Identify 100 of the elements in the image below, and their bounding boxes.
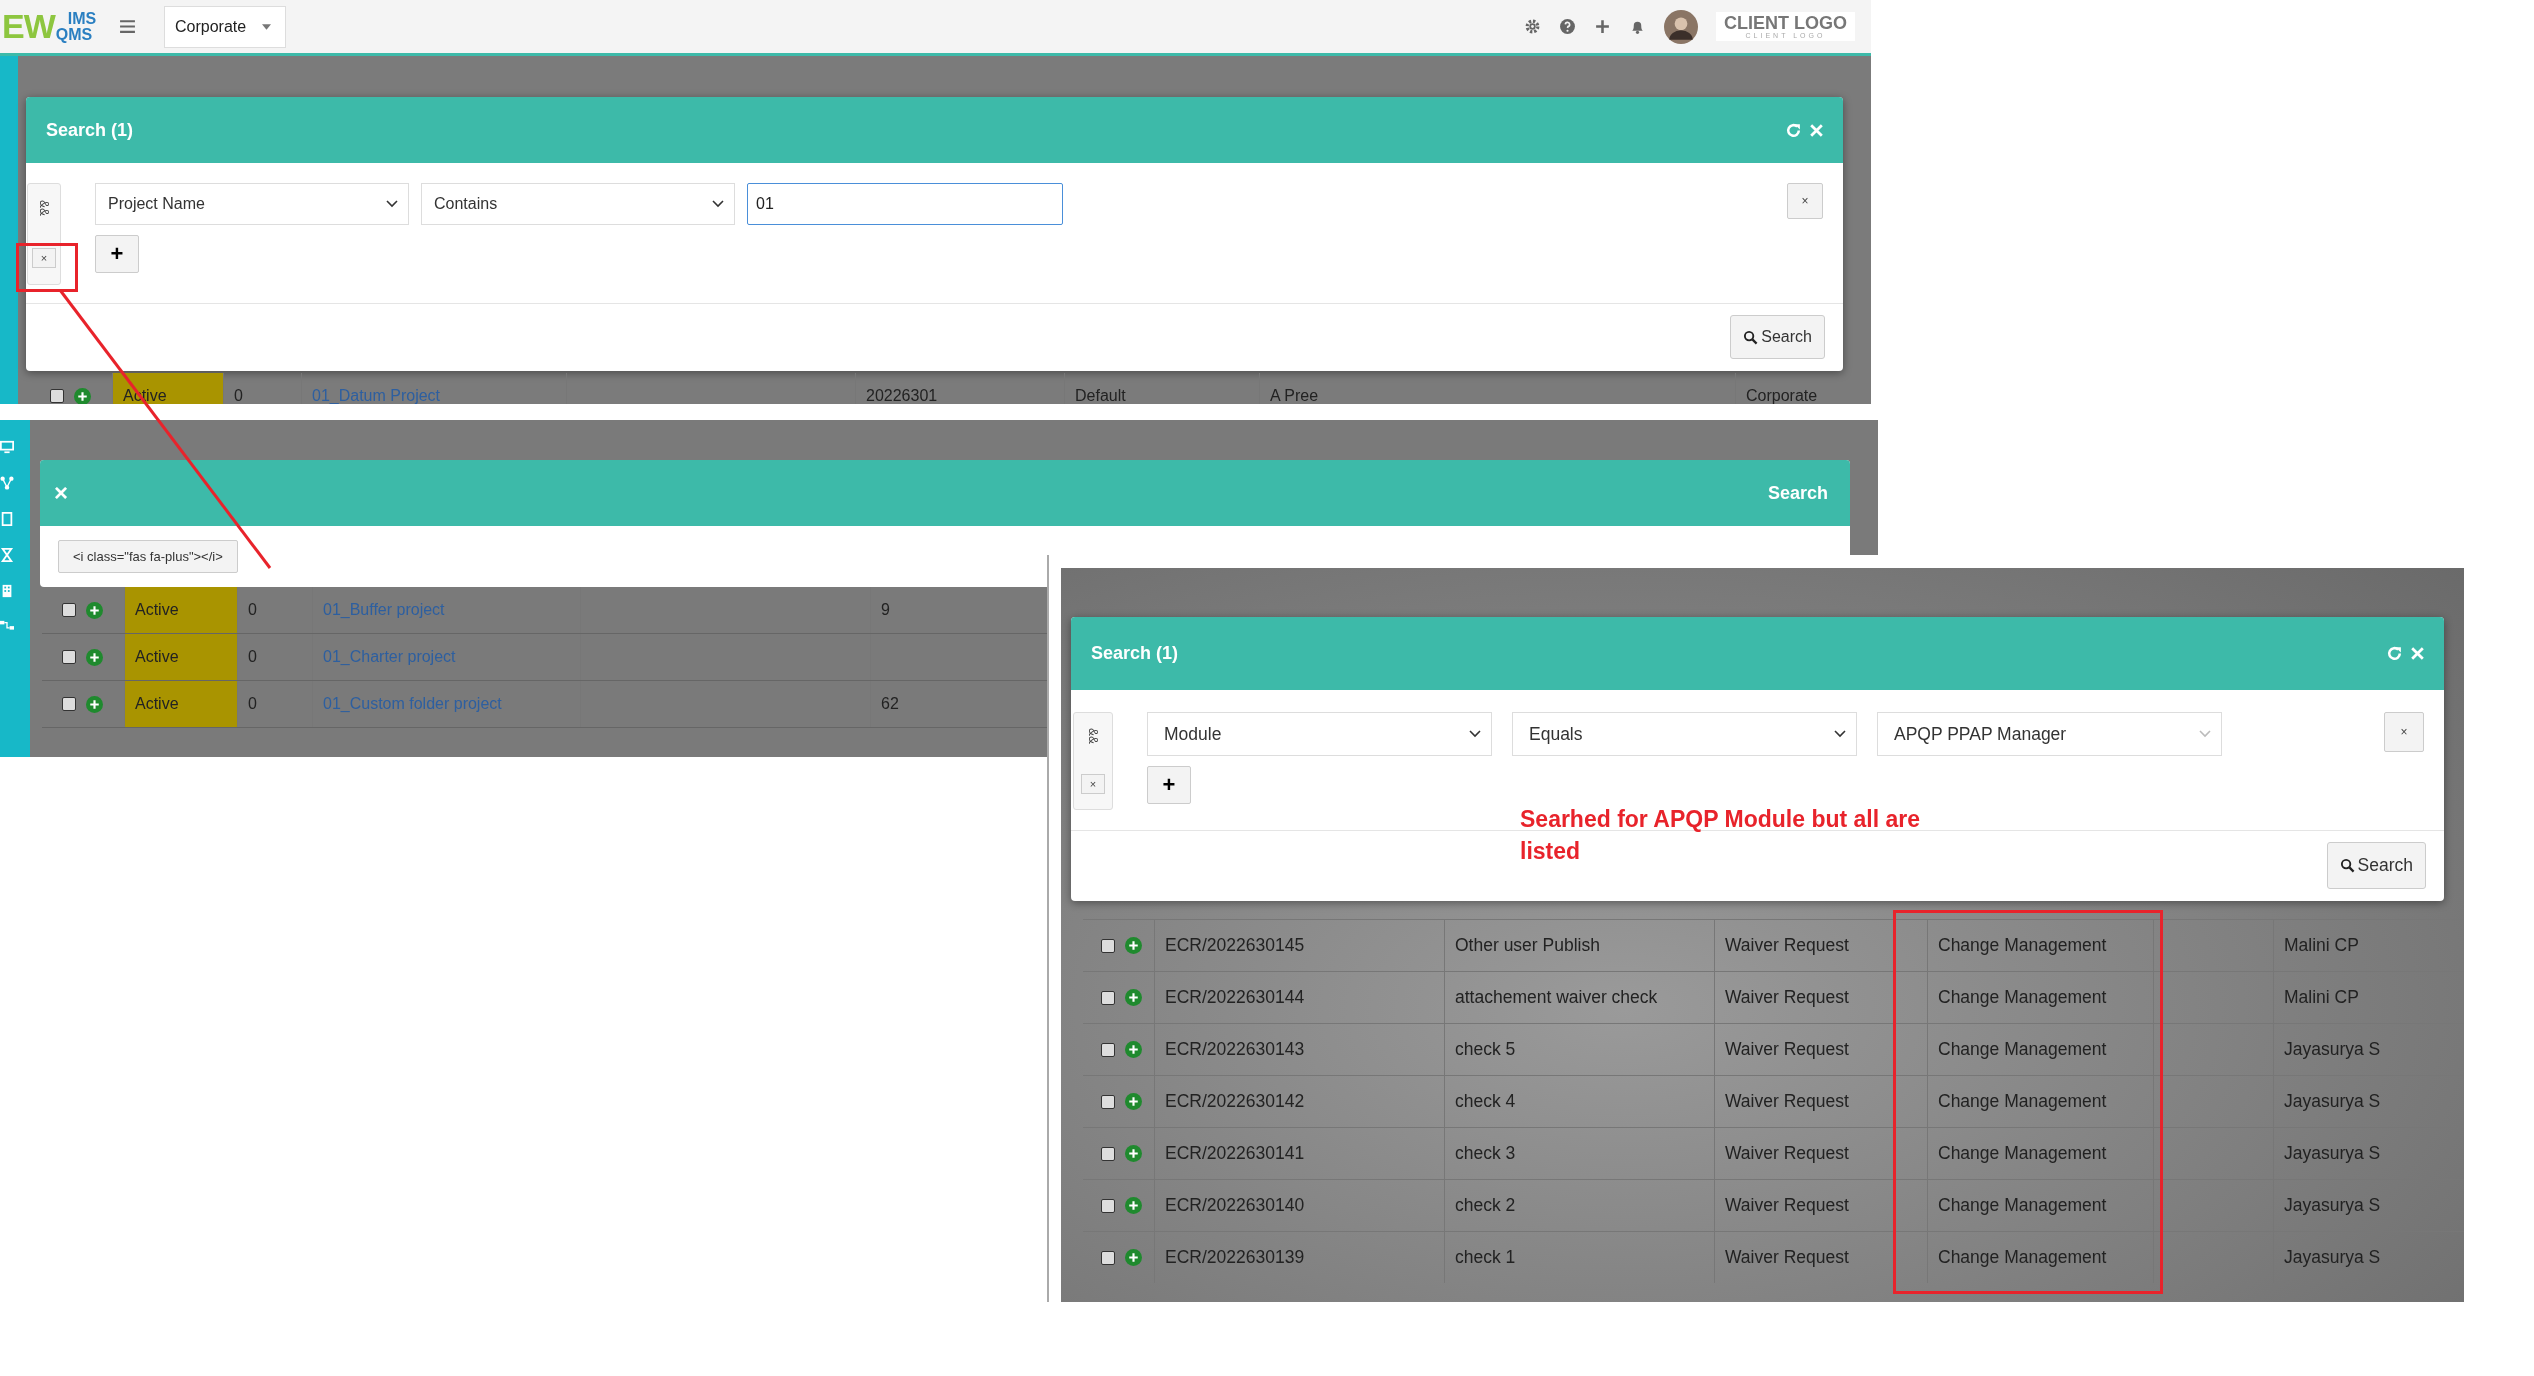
document-icon[interactable] xyxy=(0,512,14,526)
value-select[interactable]: APQP PPAP Manager xyxy=(1877,712,2222,756)
add-condition-button[interactable]: + xyxy=(1147,766,1191,804)
table-cell: ECR/2022630145 xyxy=(1154,920,1444,971)
add-condition-button[interactable]: + xyxy=(95,235,139,273)
table-cell: ECR/2022630142 xyxy=(1154,1076,1444,1127)
table-cell: Change Management xyxy=(1927,1128,2153,1179)
operator-select[interactable]: Contains xyxy=(421,183,735,225)
expand-icon[interactable] xyxy=(1125,937,1142,954)
building-icon[interactable] xyxy=(0,584,14,598)
table-cell: Malini CP xyxy=(2273,920,2463,971)
table-cell: Change Management xyxy=(1927,1076,2153,1127)
refresh-icon[interactable] xyxy=(1785,121,1802,139)
monitor-icon[interactable] xyxy=(0,440,14,454)
row-checkbox[interactable] xyxy=(1101,1042,1115,1057)
table-cell: Corporate xyxy=(1735,373,1871,404)
remove-condition-button[interactable]: × xyxy=(2384,712,2424,752)
table-cell: Malini CP xyxy=(2273,972,2463,1023)
table-cell: Change Management xyxy=(1927,1232,2153,1283)
row-checkbox[interactable] xyxy=(62,697,76,711)
dialog-title: Search xyxy=(1767,482,1828,504)
add-button[interactable]: <i class="fas fa-plus"></i> xyxy=(58,540,238,573)
table-cell: Jayasurya S xyxy=(2273,1076,2463,1127)
row-checkbox[interactable] xyxy=(1101,1250,1115,1265)
avatar-icon[interactable] xyxy=(1664,9,1698,44)
chevron-icon xyxy=(1469,730,1481,738)
table-cell: Change Management xyxy=(1927,920,2153,971)
table-cell: attachement waiver check xyxy=(1444,972,1714,1023)
search-icon xyxy=(2339,858,2355,873)
table-cell: check 5 xyxy=(1444,1024,1714,1075)
value-input[interactable]: 01 xyxy=(747,183,1063,225)
help-icon[interactable] xyxy=(1559,18,1576,35)
table-cell: Waiver Request xyxy=(1714,972,1927,1023)
table-cell: check 3 xyxy=(1444,1128,1714,1179)
status-cell: Active xyxy=(124,634,237,680)
table-cell: Waiver Request xyxy=(1714,920,1927,971)
group-operator[interactable]: && xyxy=(1086,727,1100,744)
field-select[interactable]: Project Name xyxy=(95,183,409,225)
search-button[interactable]: Search xyxy=(1730,315,1825,359)
expand-icon[interactable] xyxy=(1125,1249,1142,1266)
chevron-icon xyxy=(1834,730,1846,738)
table-cell: 0 xyxy=(223,373,301,404)
remove-group-button[interactable]: × xyxy=(1080,773,1106,794)
table-cell: ECR/2022630139 xyxy=(1154,1232,1444,1283)
dialog-title: Search (1) xyxy=(1091,643,1179,664)
search-icon xyxy=(1743,329,1759,345)
table-cell: ECR/2022630140 xyxy=(1154,1180,1444,1231)
network-icon[interactable] xyxy=(0,476,14,490)
table-cell: ECR/2022630144 xyxy=(1154,972,1444,1023)
search-button[interactable]: Search xyxy=(2326,842,2426,889)
table-cell: Change Management xyxy=(1927,972,2153,1023)
company-select[interactable]: Corporate xyxy=(164,5,286,48)
table-cell: check 2 xyxy=(1444,1180,1714,1231)
row-checkbox[interactable] xyxy=(62,603,76,617)
expand-icon[interactable] xyxy=(86,695,103,713)
dialog-title: Search (1) xyxy=(46,119,134,141)
table-cell: check 4 xyxy=(1444,1076,1714,1127)
table-cell: 0 xyxy=(237,681,312,727)
settings-icon[interactable] xyxy=(1524,18,1541,35)
expand-icon[interactable] xyxy=(86,601,103,619)
field-select[interactable]: Module xyxy=(1147,712,1492,756)
caret-icon xyxy=(262,23,272,30)
expand-icon[interactable] xyxy=(1125,1041,1142,1058)
expand-icon[interactable] xyxy=(1125,1093,1142,1110)
expand-icon[interactable] xyxy=(86,648,103,666)
highlight-frame xyxy=(16,243,78,292)
row-checkbox[interactable] xyxy=(1101,938,1115,953)
table-cell: ECR/2022630143 xyxy=(1154,1024,1444,1075)
hourglass-icon[interactable] xyxy=(0,548,14,562)
row-checkbox[interactable] xyxy=(1101,1146,1115,1161)
row-checkbox[interactable] xyxy=(50,389,64,403)
row-checkbox[interactable] xyxy=(1101,990,1115,1005)
row-checkbox[interactable] xyxy=(1101,1198,1115,1213)
refresh-icon[interactable] xyxy=(2386,645,2403,662)
chevron-icon xyxy=(712,200,724,208)
row-checkbox[interactable] xyxy=(1101,1094,1115,1109)
expand-icon[interactable] xyxy=(1125,989,1142,1006)
row-checkbox[interactable] xyxy=(62,650,76,664)
table-cell: Waiver Request xyxy=(1714,1128,1927,1179)
close-icon[interactable] xyxy=(2409,645,2426,662)
table-cell: Jayasurya S xyxy=(2273,1024,2463,1075)
expand-icon[interactable] xyxy=(1125,1197,1142,1214)
add-icon[interactable] xyxy=(1594,18,1611,35)
table-cell: 20226301 xyxy=(855,373,1064,404)
group-operator[interactable]: && xyxy=(37,199,51,216)
remove-group-button[interactable]: × xyxy=(31,247,57,268)
table-cell: Waiver Request xyxy=(1714,1076,1927,1127)
remove-condition-button[interactable]: × xyxy=(1787,183,1823,219)
expand-icon[interactable] xyxy=(1125,1145,1142,1162)
table-cell: 0 xyxy=(237,587,312,633)
status-cell: Active xyxy=(124,681,237,727)
menu-icon[interactable] xyxy=(119,19,136,34)
expand-icon[interactable] xyxy=(74,387,91,404)
table-cell: Waiver Request xyxy=(1714,1232,1927,1283)
operator-select[interactable]: Equals xyxy=(1512,712,1857,756)
table-cell: Jayasurya S xyxy=(2273,1232,2463,1283)
table-cell: Waiver Request xyxy=(1714,1180,1927,1231)
status-cell: Active xyxy=(124,587,237,633)
table-cell: Waiver Request xyxy=(1714,1024,1927,1075)
chevron-icon xyxy=(386,200,398,208)
